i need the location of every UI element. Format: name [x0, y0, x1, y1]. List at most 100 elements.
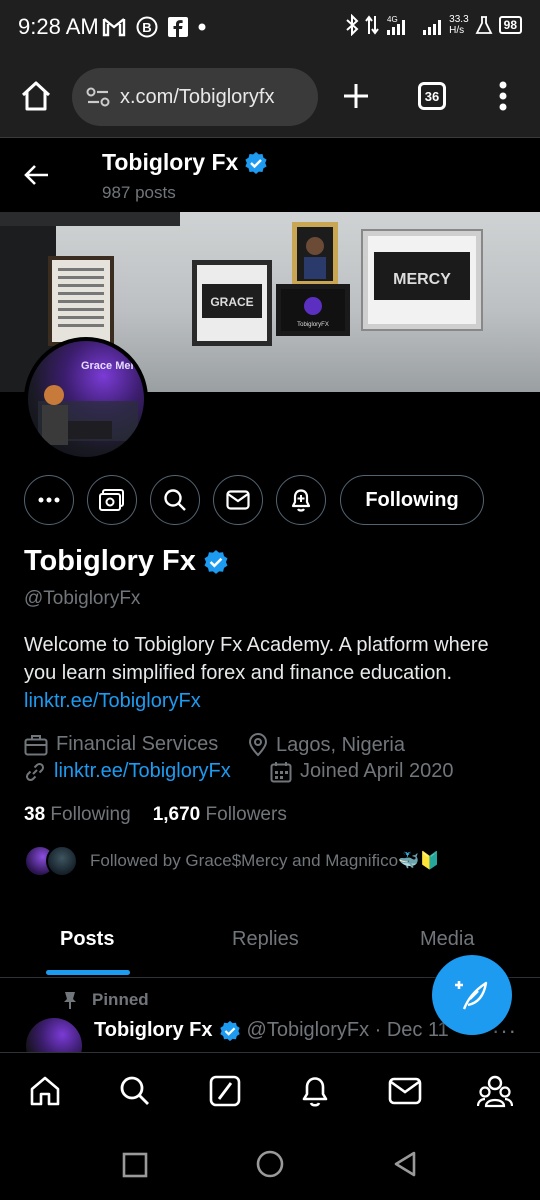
- avatar-brand-text: Grace Mercy: [81, 360, 144, 372]
- following-stat-label: Following: [50, 804, 131, 825]
- system-navigation-bar: [0, 1130, 540, 1200]
- net-speed: 33.3 H/s: [449, 14, 468, 36]
- bluetooth-icon: [345, 14, 359, 36]
- post-meta: @TobigloryFx · Dec 11: [246, 1019, 449, 1041]
- website-text[interactable]: linktr.ee/TobigloryFx: [54, 760, 231, 783]
- back-arrow-icon[interactable]: [24, 163, 50, 187]
- new-tab-icon[interactable]: [342, 82, 370, 110]
- facebook-icon: [168, 17, 188, 37]
- calendar-icon: [270, 761, 292, 782]
- tab-replies[interactable]: Replies: [232, 928, 299, 951]
- bell-plus-icon: [291, 489, 311, 512]
- more-options-button[interactable]: [24, 475, 74, 525]
- tab-posts[interactable]: Posts: [60, 928, 114, 951]
- message-button[interactable]: [213, 475, 263, 525]
- signal-2-icon: [421, 14, 443, 36]
- money-icon: [99, 489, 124, 511]
- tab-media[interactable]: Media: [420, 928, 474, 951]
- nav-communities-icon[interactable]: [475, 1071, 515, 1111]
- followers-stat[interactable]: 1,670 Followers: [153, 804, 287, 826]
- profile-joined: Joined April 2020: [270, 760, 453, 783]
- nav-home-icon[interactable]: [25, 1071, 65, 1111]
- compose-feather-icon: [455, 981, 488, 1010]
- joined-text: Joined April 2020: [300, 760, 454, 782]
- browser-toolbar: x.com/Tobigloryfx 36: [0, 56, 540, 138]
- notifications-button[interactable]: [276, 475, 326, 525]
- b-icon: B: [136, 16, 158, 38]
- profile-category: Financial Services: [24, 733, 218, 756]
- site-settings-icon[interactable]: [86, 86, 110, 108]
- battery-indicator: 98: [498, 16, 522, 34]
- profile-location: Lagos, Nigeria: [248, 733, 405, 757]
- profile-avatar[interactable]: Grace Mercy: [24, 337, 148, 461]
- profile-name: Tobiglory Fx: [24, 545, 229, 578]
- pinned-label: Pinned: [92, 990, 149, 1009]
- home-icon[interactable]: [20, 80, 52, 112]
- profile-name-text: Tobiglory Fx: [24, 545, 196, 577]
- profile-bio: Welcome to Tobiglory Fx Academy. A platf…: [24, 631, 524, 715]
- link-icon: [25, 762, 45, 781]
- status-time: 9:28 AM: [18, 14, 99, 39]
- banner-grace-text: GRACE: [210, 295, 253, 309]
- subscribe-button[interactable]: [87, 475, 137, 525]
- status-system-icons: 4G 33.3 H/s 98: [345, 14, 522, 36]
- signal-icon: 4G: [385, 14, 415, 36]
- pinned-indicator: Pinned: [62, 990, 149, 1010]
- search-icon: [164, 489, 186, 511]
- data-arrows-icon: [365, 14, 379, 36]
- profile-top-header: Tobiglory Fx 987 posts: [0, 139, 540, 212]
- follower-avatars: [24, 845, 78, 877]
- search-profile-button[interactable]: [150, 475, 200, 525]
- bottom-navigation: [0, 1052, 540, 1130]
- bio-link[interactable]: linktr.ee/TobigloryFx: [24, 690, 201, 712]
- compose-post-button[interactable]: [432, 955, 512, 1035]
- following-button[interactable]: Following: [340, 475, 484, 525]
- followed-by-row[interactable]: Followed by Grace$Mercy and Magnifico🐳🔰: [24, 845, 440, 877]
- banner-center-text: TobigloryFX: [297, 322, 329, 328]
- active-tab-indicator: [46, 970, 130, 975]
- nav-search-icon[interactable]: [115, 1071, 155, 1111]
- net-speed-unit: H/s: [449, 25, 465, 36]
- bio-text: Welcome to Tobiglory Fx Academy. A platf…: [24, 634, 489, 684]
- follow-stats: 38 Following 1,670 Followers: [24, 804, 287, 826]
- post-header: Tobiglory Fx @TobigloryFx · Dec 11: [94, 1019, 449, 1042]
- nav-notifications-icon[interactable]: [295, 1071, 335, 1111]
- pin-icon: [64, 992, 76, 1009]
- nav-grok-icon[interactable]: [205, 1071, 245, 1111]
- verified-badge-icon: [244, 151, 268, 175]
- tab-switcher-button[interactable]: 36: [418, 82, 446, 110]
- post-author-name[interactable]: Tobiglory Fx: [94, 1019, 213, 1042]
- recents-icon[interactable]: [122, 1152, 148, 1178]
- header-name: Tobiglory Fx: [102, 149, 268, 176]
- envelope-icon: [226, 490, 250, 510]
- header-post-count: 987 posts: [102, 183, 176, 202]
- status-notification-icons: B: [102, 16, 206, 38]
- dot-icon: [198, 23, 206, 31]
- flask-icon: [475, 15, 493, 35]
- browser-menu-icon[interactable]: [498, 80, 508, 112]
- url-text: x.com/Tobigloryfx: [120, 85, 275, 108]
- gmail-icon: [102, 17, 126, 37]
- category-text: Financial Services: [56, 733, 219, 755]
- net-speed-value: 33.3: [449, 14, 469, 25]
- back-triangle-icon[interactable]: [392, 1150, 418, 1178]
- address-bar[interactable]: x.com/Tobigloryfx: [72, 68, 318, 126]
- location-text: Lagos, Nigeria: [276, 733, 405, 756]
- signal-4g-label: 4G: [387, 15, 398, 24]
- followers-stat-label: Followers: [205, 804, 287, 825]
- profile-website[interactable]: linktr.ee/TobigloryFx: [24, 760, 231, 783]
- followed-by-text: Followed by Grace$Mercy and Magnifico🐳🔰: [90, 851, 441, 870]
- following-stat[interactable]: 38 Following: [24, 804, 131, 826]
- briefcase-icon: [24, 734, 48, 755]
- verified-badge-icon: [219, 1020, 241, 1042]
- following-count: 38: [24, 804, 46, 825]
- home-circle-icon[interactable]: [256, 1150, 284, 1178]
- nav-messages-icon[interactable]: [385, 1071, 425, 1111]
- location-pin-icon: [248, 733, 268, 757]
- svg-text:B: B: [142, 20, 151, 35]
- profile-handle: @TobigloryFx: [24, 588, 141, 609]
- verified-badge-icon: [203, 549, 229, 575]
- followers-count: 1,670: [152, 804, 201, 825]
- status-bar: 9:28 AM B 4G 33.3 H/s 98: [0, 0, 540, 56]
- header-name-text: Tobiglory Fx: [102, 149, 239, 175]
